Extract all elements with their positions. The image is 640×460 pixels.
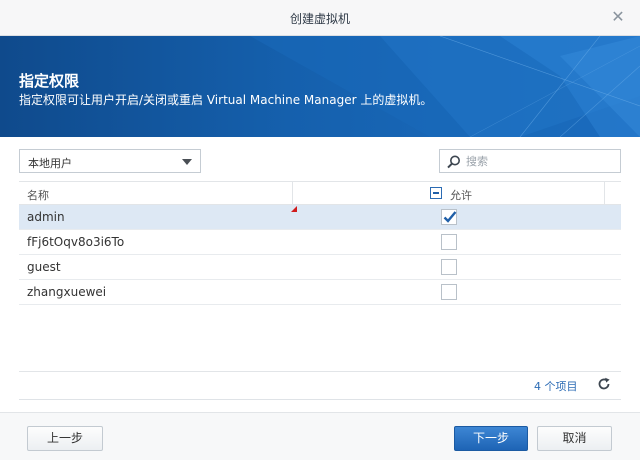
user-name: guest xyxy=(27,260,61,274)
table-row[interactable]: admin xyxy=(19,205,621,230)
cursor-marker xyxy=(291,206,297,212)
chevron-down-icon xyxy=(182,159,192,165)
previous-button[interactable]: 上一步 xyxy=(27,426,103,451)
banner-decoration xyxy=(250,36,640,137)
table-row[interactable]: guest xyxy=(19,255,621,280)
table-row[interactable]: zhangxuewei xyxy=(19,280,621,305)
allow-checkbox[interactable] xyxy=(441,209,457,225)
select-all-checkbox[interactable] xyxy=(430,187,442,199)
status-bar: 4 个项目 xyxy=(19,371,621,399)
banner-description: 指定权限可让用户开启/关闭或重启 Virtual Machine Manager… xyxy=(19,93,433,107)
allow-checkbox[interactable] xyxy=(441,284,457,300)
column-divider xyxy=(292,182,293,204)
item-count: 4 个项目 xyxy=(534,380,578,393)
checkmark-icon xyxy=(443,211,457,223)
window-title: 创建虚拟机 xyxy=(289,12,350,26)
next-button[interactable]: 下一步 xyxy=(454,426,528,451)
cancel-button[interactable]: 取消 xyxy=(537,426,612,451)
user-name: fFj6tOqv8o3i6To xyxy=(27,235,125,249)
table-row[interactable]: fFj6tOqv8o3i6To xyxy=(19,230,621,255)
search-input[interactable] xyxy=(466,153,616,169)
dialog-footer: 上一步 下一步 取消 xyxy=(0,412,640,460)
table-header: 名称 允许 xyxy=(19,181,621,205)
column-header-allow: 允许 xyxy=(450,189,472,202)
search-icon xyxy=(447,155,460,169)
user-name: admin xyxy=(27,210,65,224)
search-field[interactable] xyxy=(439,149,621,173)
close-icon[interactable]: ✕ xyxy=(610,9,626,25)
refresh-icon[interactable] xyxy=(597,377,611,391)
banner-title: 指定权限 xyxy=(19,72,80,90)
allow-checkbox[interactable] xyxy=(441,259,457,275)
column-divider xyxy=(604,182,605,204)
user-name: zhangxuewei xyxy=(27,285,107,299)
permissions-table: 名称 允许 admin fFj6tOqv8o3i6To guest zhangx… xyxy=(19,181,621,400)
user-type-value: 本地用户 xyxy=(28,157,72,170)
user-type-dropdown[interactable]: 本地用户 xyxy=(19,149,201,173)
allow-checkbox[interactable] xyxy=(441,234,457,250)
title-bar: 创建虚拟机 ✕ xyxy=(0,0,640,36)
column-header-name[interactable]: 名称 xyxy=(27,187,49,203)
header-banner: 指定权限 指定权限可让用户开启/关闭或重启 Virtual Machine Ma… xyxy=(0,36,640,137)
